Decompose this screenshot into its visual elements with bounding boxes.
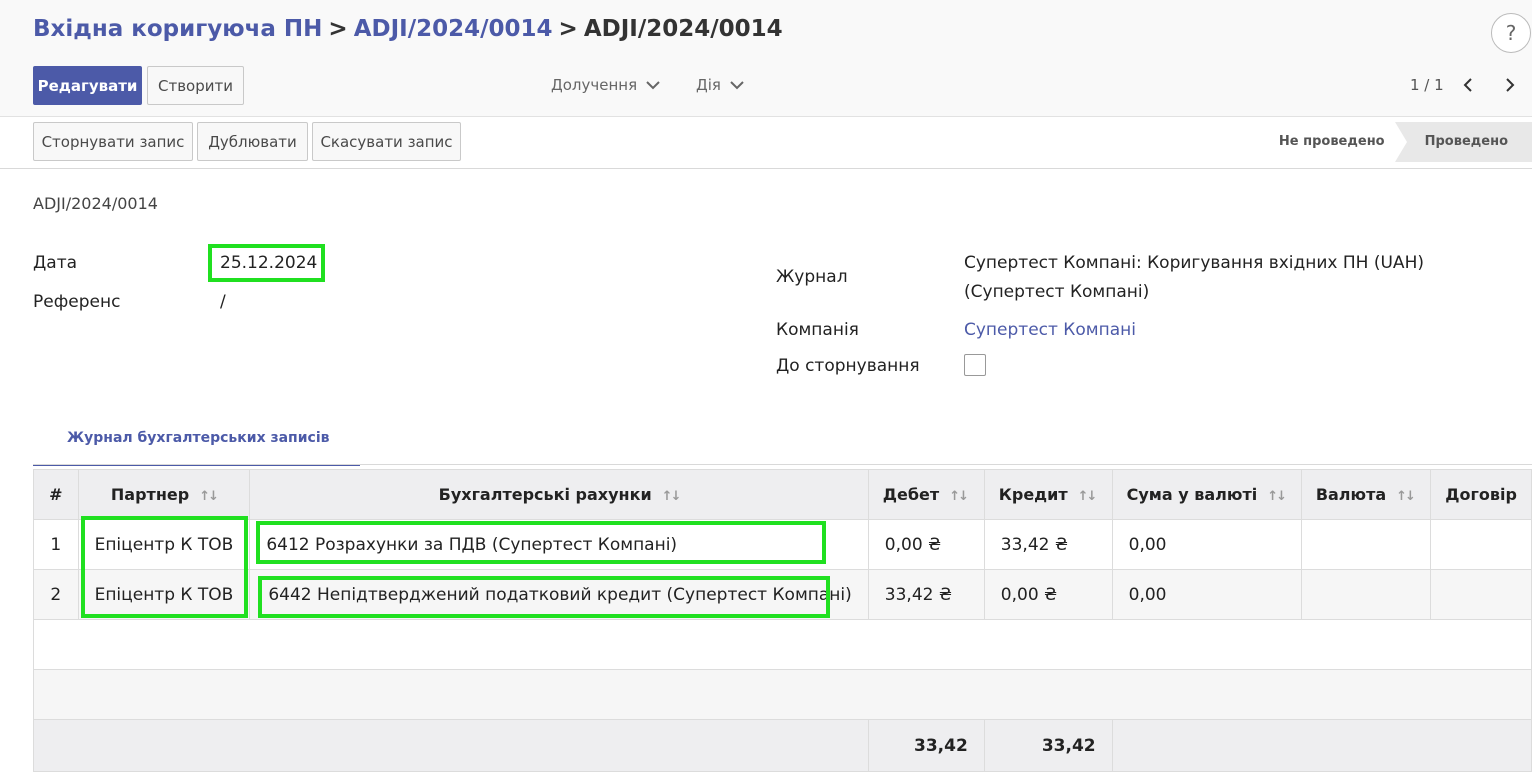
currency-cell[interactable] [1300,569,1432,620]
table-header-row: # Партнер ↑↓ Бухгалтерські рахунки ↑↓ Дебе… [33,469,1532,520]
breadcrumb-current: ADJI/2024/0014 [583,16,783,42]
column-header-amount-currency[interactable]: Сума у валюті ↑↓ [1111,469,1302,520]
attachments-dropdown[interactable]: Долучення [551,76,661,94]
journal-value-company[interactable]: (Супертест Компані) [964,282,1149,302]
duplicate-button[interactable]: Дублювати [197,122,308,161]
amount-currency-cell[interactable]: 0,00 [1111,569,1302,620]
sort-icon: ↑↓ [661,489,682,504]
column-header-contract[interactable]: Договір [1430,469,1532,520]
control-panel: Вхідна коригуюча ПН > ADJI/2024/0014 > ADJI/… [0,0,1532,117]
breadcrumb-link-journal[interactable]: Вхідна коригуюча ПН [33,16,322,42]
pager-previous-icon[interactable] [1462,77,1474,93]
debit-cell[interactable]: 33,42 ₴ [867,569,985,620]
edit-button[interactable]: Редагувати [33,66,142,105]
help-button[interactable]: ? [1491,13,1531,53]
reverse-entry-button[interactable]: Сторнувати запис [33,122,193,161]
contract-cell[interactable] [1430,569,1532,620]
debit-cell[interactable]: 0,00 ₴ [867,519,985,570]
credit-cell[interactable]: 33,42 ₴ [983,519,1113,570]
to-reverse-label: До сторнування [776,356,920,376]
row-number: 1 [33,519,79,570]
sort-icon: ↑↓ [1077,489,1098,504]
table-footer-row: 33,42 33,42 [33,719,1532,772]
column-header-account[interactable]: Бухгалтерські рахунки ↑↓ [249,469,869,520]
sort-icon: ↑↓ [1396,489,1416,504]
attachments-label: Долучення [551,76,638,94]
column-header-number: # [33,469,79,520]
account-highlight-2 [258,576,830,618]
action-label: Дія [696,76,721,94]
sort-icon: ↑↓ [949,489,969,504]
date-label: Дата [33,253,78,273]
chevron-down-icon [646,81,660,90]
cancel-entry-button[interactable]: Скасувати запис [312,122,461,161]
record-name: ADJI/2024/0014 [33,194,158,213]
status-draft[interactable]: Не проведено [1279,122,1385,162]
pager-value: 1 / 1 [1410,76,1444,94]
footer-spacer [33,719,869,772]
breadcrumb-link-entry[interactable]: ADJI/2024/0014 [354,16,553,42]
journal-value[interactable]: Супертест Компані: Коригування вхідних П… [964,253,1424,273]
to-reverse-checkbox[interactable] [964,354,986,376]
chevron-down-icon [730,81,744,90]
action-dropdown[interactable]: Дія [696,76,745,94]
row-number: 2 [33,569,79,620]
tab-divider [33,464,1532,465]
status-bar: Не проведено Проведено [1279,122,1532,162]
company-value[interactable]: Супертест Компані [964,320,1136,340]
breadcrumb-separator: > [328,16,348,42]
column-header-credit[interactable]: Кредит ↑↓ [983,469,1113,520]
reference-value: / [220,292,226,312]
contract-cell[interactable] [1430,519,1532,570]
breadcrumb: Вхідна коригуюча ПН > ADJI/2024/0014 > ADJI/… [33,16,783,42]
amount-currency-cell[interactable]: 0,00 [1111,519,1302,570]
tab-journal-items[interactable]: Журнал бухгалтерських записів [33,420,360,466]
column-header-currency[interactable]: Валюта ↑↓ [1300,469,1432,520]
partner-highlight [81,516,248,618]
credit-cell[interactable]: 0,00 ₴ [983,569,1113,620]
footer-spacer [1111,719,1532,772]
empty-row [33,619,1532,670]
breadcrumb-separator: > [558,16,578,42]
currency-cell[interactable] [1300,519,1432,570]
column-header-debit[interactable]: Дебет ↑↓ [867,469,985,520]
sort-icon: ↑↓ [1267,489,1287,504]
total-credit: 33,42 [983,719,1113,772]
account-highlight-1 [256,521,826,564]
pager-next-icon[interactable] [1504,77,1516,93]
empty-row [33,669,1532,720]
status-posted[interactable]: Проведено [1394,122,1532,162]
reference-label: Референс [33,292,121,312]
journal-items-table: # Партнер ↑↓ Бухгалтерські рахунки ↑↓ Дебе… [33,469,1532,772]
column-header-partner[interactable]: Партнер ↑↓ [77,469,251,520]
company-label: Компанія [776,320,859,340]
total-debit: 33,42 [867,719,985,772]
date-highlight [208,244,325,282]
create-button[interactable]: Створити [147,66,244,105]
journal-label: Журнал [776,267,848,287]
sort-icon: ↑↓ [199,489,219,504]
